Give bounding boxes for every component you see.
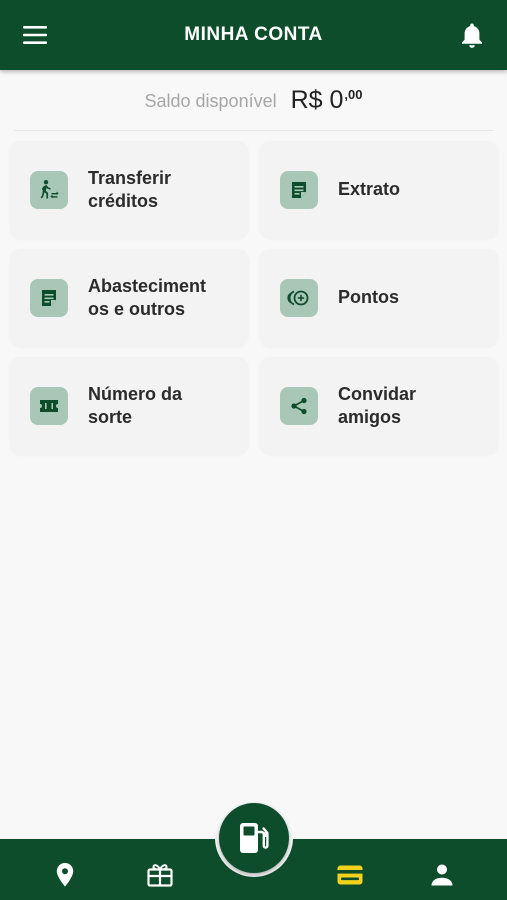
- ticket-icon: [40, 399, 58, 412]
- hamburger-menu-icon: [23, 26, 47, 44]
- gift-icon: [147, 864, 173, 887]
- notifications-button[interactable]: [459, 22, 485, 48]
- card-numero-da-sorte[interactable]: Número da sorte: [10, 357, 248, 454]
- card-convidar-amigos[interactable]: Convidar amigos: [260, 357, 498, 454]
- document-icon: [292, 181, 306, 198]
- card-label: Convidar amigos: [338, 383, 417, 427]
- card-icon-box: [30, 278, 68, 317]
- balance-amount-main: R$ 0: [290, 85, 344, 114]
- person-transfer-icon: [40, 179, 59, 198]
- share-icon: [291, 397, 307, 414]
- card-extrato[interactable]: Extrato: [260, 141, 498, 238]
- wallet-card-icon: [337, 865, 363, 885]
- document-icon: [42, 289, 56, 306]
- menu-button[interactable]: [22, 24, 48, 46]
- nav-item-location[interactable]: [50, 861, 80, 889]
- bell-icon: [462, 23, 482, 48]
- card-abastecimentos[interactable]: Abasteciment os e outros: [10, 249, 248, 346]
- balance-amount-cents: ,00: [344, 86, 363, 102]
- card-label: Extrato: [338, 179, 401, 199]
- card-label: Abasteciment os e outros: [88, 275, 207, 319]
- card-label: Transferir créditos: [88, 167, 172, 211]
- balance-row: Saldo disponível R$ 0 ,00: [14, 70, 493, 131]
- card-icon-box: [30, 386, 68, 425]
- nav-item-profile[interactable]: [427, 861, 457, 889]
- nav-item-gift[interactable]: [145, 861, 175, 889]
- card-label: Pontos: [338, 287, 399, 307]
- page-title: MINHA CONTA: [184, 24, 323, 45]
- card-transferir-creditos[interactable]: Transferir créditos: [10, 141, 248, 238]
- card-icon-box: [280, 278, 318, 317]
- card-pontos[interactable]: Pontos: [260, 249, 498, 346]
- card-label: Número da sorte: [88, 383, 183, 427]
- fuel-pump-icon: [240, 823, 269, 853]
- points-icon: [287, 290, 309, 305]
- card-icon-box: [280, 170, 318, 209]
- location-pin-icon: [56, 863, 74, 887]
- balance-label: Saldo disponível: [144, 90, 277, 111]
- person-icon: [431, 864, 453, 886]
- account-actions-grid: Transferir créditos Extrato Abasteciment: [10, 141, 498, 454]
- nav-item-fuel[interactable]: [219, 803, 289, 873]
- nav-item-wallet[interactable]: [334, 861, 366, 889]
- card-icon-box: [280, 386, 318, 425]
- app-header: MINHA CONTA: [0, 0, 507, 70]
- card-icon-box: [30, 170, 68, 209]
- balance-amount: R$ 0 ,00: [291, 86, 363, 115]
